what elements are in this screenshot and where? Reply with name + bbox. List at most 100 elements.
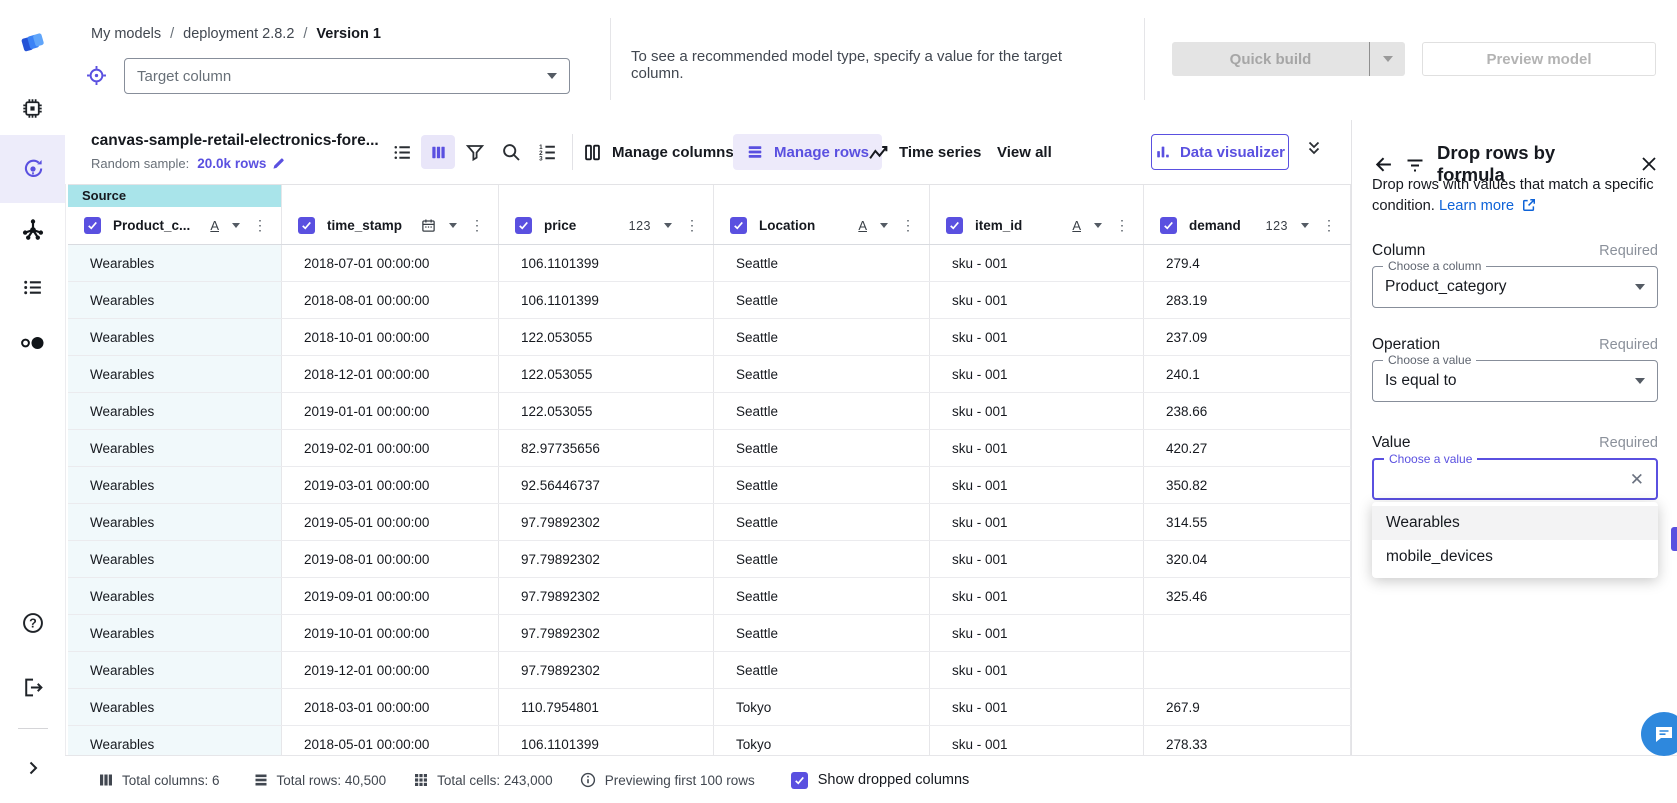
- column-checkbox[interactable]: [730, 217, 747, 234]
- sidebar-item-compute[interactable]: [0, 84, 65, 132]
- required-badge: Required: [1599, 337, 1658, 353]
- view-all-button[interactable]: View all: [997, 137, 1052, 167]
- table-cell: Seattle: [714, 356, 930, 392]
- value-field-header: Value Required: [1372, 434, 1658, 452]
- learn-more-link[interactable]: Learn more: [1439, 198, 1536, 214]
- sidebar-item-list[interactable]: [0, 263, 65, 311]
- column-checkbox[interactable]: [298, 217, 315, 234]
- table-cell: 122.053055: [499, 319, 714, 355]
- dropdown-option[interactable]: mobile_devices: [1372, 540, 1658, 574]
- search-button[interactable]: [500, 141, 522, 163]
- column-view-button-active[interactable]: [421, 135, 455, 169]
- table-cell: 2019-05-01 00:00:00: [282, 504, 499, 540]
- filter-list-icon: [1405, 154, 1425, 174]
- table-cell: 320.04: [1144, 541, 1351, 577]
- back-arrow-icon[interactable]: [1372, 154, 1393, 175]
- chevron-down-icon: [547, 73, 557, 79]
- ordered-list-button[interactable]: 123: [536, 141, 558, 163]
- table-cell: Seattle: [714, 615, 930, 651]
- chevron-down-icon[interactable]: [1301, 223, 1309, 228]
- kebab-menu-icon[interactable]: ⋮: [685, 217, 699, 234]
- table-cell: sku - 001: [930, 393, 1144, 429]
- column-checkbox[interactable]: [1160, 217, 1177, 234]
- quick-build-label: Quick build: [1172, 51, 1369, 68]
- filter-button[interactable]: [464, 141, 486, 163]
- preview-model-button[interactable]: Preview model: [1422, 42, 1656, 76]
- kebab-menu-icon[interactable]: ⋮: [470, 217, 484, 234]
- chevron-down-icon: [1635, 378, 1645, 384]
- chevron-down-icon[interactable]: [232, 223, 240, 228]
- column-header-item-id[interactable]: item_id A⋮: [930, 207, 1144, 244]
- sidebar-item-help[interactable]: ?: [0, 599, 65, 647]
- operation-select[interactable]: Choose a value Is equal to: [1372, 360, 1658, 402]
- table-cell: 97.79892302: [499, 541, 714, 577]
- column-checkbox[interactable]: [946, 217, 963, 234]
- sidebar-item-logout[interactable]: [0, 663, 65, 711]
- column-checkbox[interactable]: [515, 217, 532, 234]
- kebab-menu-icon[interactable]: ⋮: [901, 217, 915, 234]
- previewing-stat: Previewing first 100 rows: [580, 772, 755, 788]
- quick-build-button[interactable]: Quick build: [1172, 42, 1405, 76]
- svg-text:3: 3: [539, 155, 543, 162]
- breadcrumb-item[interactable]: deployment 2.8.2: [183, 26, 294, 42]
- chevron-down-icon[interactable]: [880, 223, 888, 228]
- sample-info: Random sample: 20.0k rows: [91, 156, 286, 171]
- column-header-product-category[interactable]: Product_c... A⋮: [68, 207, 282, 244]
- table-cell: Seattle: [714, 467, 930, 503]
- column-select[interactable]: Choose a column Product_category: [1372, 266, 1658, 308]
- chevron-down-icon[interactable]: [1094, 223, 1102, 228]
- breadcrumb-item[interactable]: Version 1: [316, 26, 380, 42]
- collapse-toolbar-button[interactable]: [1305, 139, 1323, 157]
- chevron-down-icon[interactable]: [664, 223, 672, 228]
- column-name: item_id: [975, 218, 1022, 233]
- list-icon: [21, 276, 44, 299]
- target-icon: [86, 65, 107, 86]
- column-name: demand: [1189, 218, 1241, 233]
- column-header-location[interactable]: Location A⋮: [714, 207, 930, 244]
- target-column-placeholder: Target column: [137, 68, 547, 85]
- text-type-icon: A: [210, 218, 219, 233]
- close-icon[interactable]: [1640, 155, 1658, 173]
- sidebar-item-automations[interactable]: [0, 206, 65, 254]
- clear-value-icon[interactable]: ✕: [1630, 471, 1644, 488]
- dropdown-option[interactable]: Wearables: [1372, 506, 1658, 540]
- molecule-icon: [21, 218, 45, 242]
- chat-bubble-icon: [1653, 723, 1675, 745]
- column-header-time-stamp[interactable]: time_stamp ⋮: [282, 207, 499, 244]
- table-row: Wearables2018-12-01 00:00:00122.053055Se…: [68, 356, 1351, 393]
- data-visualizer-button[interactable]: Data visualizer: [1151, 134, 1289, 170]
- logout-icon: [21, 676, 44, 699]
- sample-size-link[interactable]: 20.0k rows: [197, 156, 286, 171]
- table-header-row: Product_c... A⋮ time_stamp ⋮ pric: [68, 207, 1351, 245]
- required-badge: Required: [1599, 435, 1658, 451]
- manage-columns-button[interactable]: Manage columns: [583, 137, 734, 167]
- show-dropped-checkbox[interactable]: [791, 772, 808, 789]
- quick-build-dropdown[interactable]: [1369, 42, 1405, 76]
- circles-icon: [20, 334, 46, 352]
- kebab-menu-icon[interactable]: ⋮: [1115, 217, 1129, 234]
- manage-rows-button-active[interactable]: Manage rows: [733, 134, 882, 170]
- chevron-down-icon[interactable]: [449, 223, 457, 228]
- column-header-demand[interactable]: demand 123⋮: [1144, 207, 1351, 244]
- time-series-label: Time series: [899, 144, 981, 161]
- breadcrumb-item[interactable]: My models: [91, 26, 161, 42]
- sidebar-item-deployments[interactable]: [0, 319, 65, 367]
- chevron-down-icon: [1383, 56, 1393, 62]
- kebab-menu-icon[interactable]: ⋮: [1322, 217, 1336, 234]
- operation-select-value: Is equal to: [1385, 372, 1635, 390]
- value-input[interactable]: Choose a value ✕: [1372, 458, 1658, 500]
- sidebar-expand-button[interactable]: [0, 744, 65, 792]
- sidebar-item-models-active[interactable]: [0, 135, 65, 203]
- time-series-button[interactable]: Time series: [868, 137, 981, 167]
- column-checkbox[interactable]: [84, 217, 101, 234]
- table-cell: 92.56446737: [499, 467, 714, 503]
- table-cell: 2018-10-01 00:00:00: [282, 319, 499, 355]
- list-view-button[interactable]: [391, 141, 413, 163]
- column-header-price[interactable]: price 123⋮: [499, 207, 714, 244]
- table-cell: 2018-12-01 00:00:00: [282, 356, 499, 392]
- target-column-select[interactable]: Target column: [124, 58, 570, 94]
- breadcrumb-separator: /: [170, 26, 174, 42]
- columns-grid-icon: [99, 773, 113, 787]
- manage-columns-icon: [583, 143, 602, 162]
- kebab-menu-icon[interactable]: ⋮: [253, 217, 267, 234]
